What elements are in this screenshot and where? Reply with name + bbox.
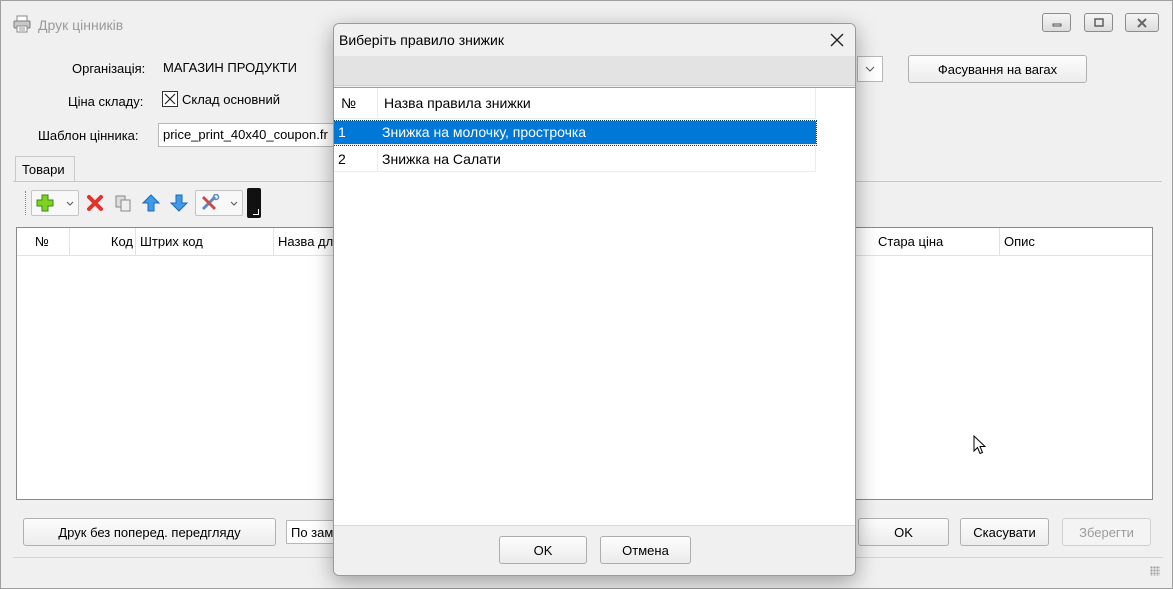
dialog-footer: OK Отмена [334,525,855,575]
rule-name: Знижка на молочку, прострочка [378,121,816,144]
delete-button[interactable] [83,190,107,216]
dialog-toolbar-strip [334,56,855,86]
close-button[interactable] [1125,13,1159,32]
move-down-icon [170,194,188,212]
print-without-preview-button[interactable]: Друк без поперед. передгляду [23,518,276,546]
move-up-button[interactable] [139,190,163,216]
barcode-scanner-icon[interactable] [247,188,261,218]
column-header-old-price[interactable]: Стара ціна [874,228,1000,256]
dialog-title-bar: Виберіть правило знижик [334,24,855,56]
column-header-code[interactable]: Код [70,228,136,256]
column-header-rule-name[interactable]: Назва правила знижки [378,88,816,118]
organization-field[interactable]: МАГАЗИН ПРОДУКТИ [158,56,334,80]
weight-packing-button[interactable]: Фасування на вагах [908,55,1087,83]
printer-icon [13,15,31,33]
template-field[interactable]: price_print_40x40_coupon.fr [158,123,334,147]
dialog-ok-button[interactable]: OK [499,536,587,564]
column-header-barcode[interactable]: Штрих код [136,228,274,256]
organization-label: Організація: [72,61,146,76]
dialog-title: Виберіть правило знижик [339,32,504,48]
discount-rule-dialog: Виберіть правило знижик № Назва правила … [333,23,856,576]
minimize-button[interactable] [1042,13,1071,32]
list-item[interactable]: 2 Знижка на Салати [334,146,816,172]
price-warehouse-value: Склад основний [182,91,280,107]
move-up-icon [142,194,160,212]
tools-button[interactable] [195,190,243,216]
resize-grip-icon[interactable] [1150,566,1160,576]
add-button[interactable] [31,190,79,216]
list-header: № Назва правила знижки [334,88,816,119]
chevron-down-icon [230,201,238,206]
chevron-down-icon [66,201,74,206]
save-button[interactable]: Зберегти [1062,518,1151,546]
column-header-number[interactable]: № [17,228,70,256]
ok-button[interactable]: OK [858,518,949,546]
chevron-down-icon [865,66,875,72]
maximize-button[interactable] [1084,13,1113,32]
add-icon [36,194,54,212]
tab-goods[interactable]: Товари [15,156,75,182]
cancel-button[interactable]: Скасувати [960,518,1049,546]
column-header-number[interactable]: № [334,88,378,118]
dialog-close-button[interactable] [822,28,852,52]
column-header-description[interactable]: Опис [1000,228,1150,256]
delete-icon [86,194,104,212]
toolbar-grip [25,191,27,215]
checkbox-icon [162,91,178,107]
close-icon [1136,17,1148,28]
copy-button[interactable] [111,190,135,216]
tools-icon [200,194,220,212]
rule-number: 1 [334,121,378,144]
close-icon [830,33,844,47]
column-header-name[interactable]: Назва дл [274,228,334,256]
list-item[interactable]: 1 Знижка на молочку, прострочка [334,120,817,146]
minimize-icon [1052,19,1062,27]
template-label: Шаблон цінника: [38,128,139,143]
price-label: Ціна складу: [68,94,144,109]
price-warehouse-selector[interactable]: Склад основний [162,91,280,107]
copy-icon [114,194,132,212]
rule-name: Знижка на Салати [378,146,816,171]
toolbar [25,187,261,219]
mouse-pointer-icon [973,435,987,455]
maximize-icon [1093,18,1104,27]
discount-rule-list[interactable]: № Назва правила знижки 1 Знижка на молоч… [334,87,855,525]
window-title: Друк цінників [38,17,124,33]
rule-number: 2 [334,146,378,171]
dialog-cancel-button[interactable]: Отмена [600,536,691,564]
move-down-button[interactable] [167,190,191,216]
organization-dropdown[interactable] [857,56,883,82]
